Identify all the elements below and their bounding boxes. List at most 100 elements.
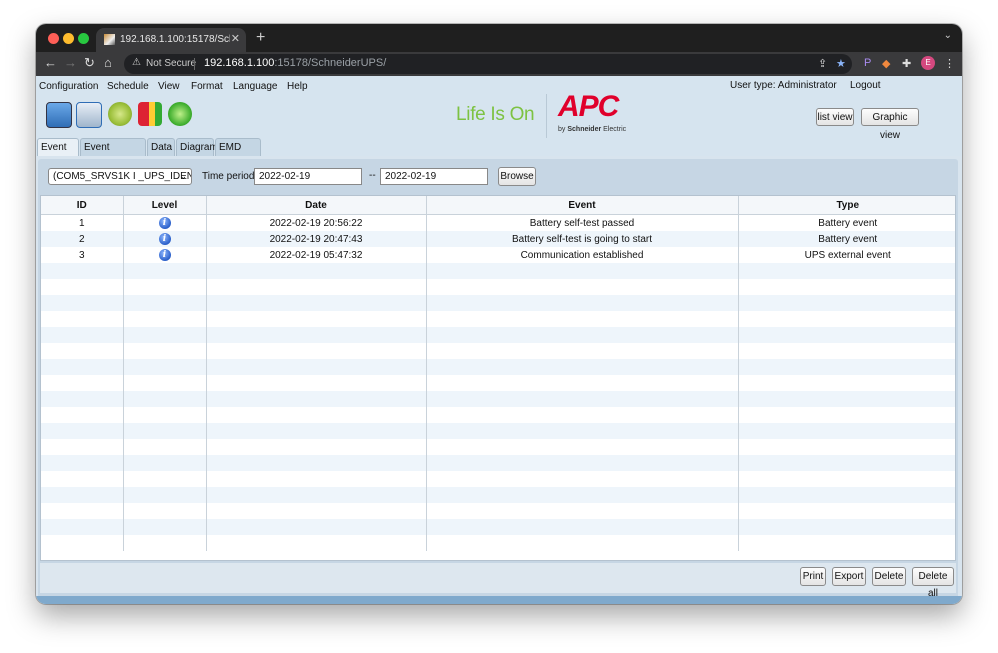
brand-divider	[546, 94, 547, 138]
empty-cell	[41, 471, 124, 487]
col-id[interactable]: ID	[41, 196, 124, 215]
empty-cell	[206, 375, 427, 391]
battery-icon[interactable]	[138, 102, 162, 126]
warning-triangle-icon[interactable]: ⚠	[132, 57, 141, 68]
table-row[interactable]: 1 i 2022-02-19 20:56:22 Battery self-tes…	[41, 214, 955, 231]
tab-emd-logs[interactable]: EMD logs	[215, 138, 261, 171]
col-level[interactable]: Level	[123, 196, 207, 215]
address-toolbar: ← → ↻ ⌂ ⚠ Not Secure 192.168.1.100:15178…	[36, 52, 962, 76]
logout-link[interactable]: Logout	[850, 80, 881, 91]
table-header-row: ID Level Date Event Type	[41, 196, 955, 215]
empty-cell	[206, 519, 427, 535]
table-row[interactable]: 3 i 2022-02-19 05:47:32 Communication es…	[41, 247, 955, 263]
home-icon[interactable]: ⌂	[104, 55, 112, 70]
empty-table-row	[41, 407, 955, 423]
menu-language[interactable]: Language	[233, 81, 278, 92]
new-tab-button[interactable]: +	[256, 29, 265, 47]
menu-schedule[interactable]: Schedule	[107, 81, 149, 92]
print-button[interactable]: Print	[800, 567, 826, 586]
empty-cell	[41, 487, 124, 503]
col-event[interactable]: Event	[426, 196, 739, 215]
bottom-status-strip	[36, 596, 962, 604]
minimize-window-button[interactable]	[63, 33, 74, 44]
tab-search-chevron-icon[interactable]: ⌄	[944, 30, 952, 41]
kebab-menu-icon[interactable]: ⋮	[944, 57, 955, 70]
empty-cell	[426, 407, 739, 423]
graphic-view-button[interactable]: Graphic view	[861, 108, 919, 141]
empty-table-row	[41, 439, 955, 455]
empty-table-row	[41, 503, 955, 519]
tab-event-statistics[interactable]: Event statistics	[80, 138, 146, 171]
menu-configuration[interactable]: Configuration	[39, 81, 98, 92]
export-button[interactable]: Export	[832, 567, 866, 586]
empty-cell	[206, 343, 427, 359]
shutdown-icon[interactable]	[108, 102, 132, 126]
close-window-button[interactable]	[48, 33, 59, 44]
empty-cell	[426, 295, 739, 311]
empty-cell	[41, 327, 124, 343]
tab-event-log[interactable]: Event log	[37, 138, 79, 171]
forward-arrow-icon[interactable]: →	[64, 55, 77, 70]
empty-cell	[123, 375, 207, 391]
empty-cell	[426, 279, 739, 295]
empty-cell	[426, 391, 739, 407]
empty-table-row	[41, 519, 955, 535]
empty-table-row	[41, 295, 955, 311]
tab-diagram[interactable]: Diagram	[176, 138, 218, 156]
monitor-icon[interactable]	[46, 102, 72, 128]
empty-cell	[206, 487, 427, 503]
tab-data[interactable]: Data	[147, 138, 175, 156]
menu-view[interactable]: View	[158, 81, 180, 92]
close-tab-icon[interactable]: ✕	[231, 32, 240, 45]
list-view-button[interactable]: list view	[816, 108, 854, 126]
address-bar[interactable]: ⚠ Not Secure 192.168.1.100:15178/Schneid…	[124, 54, 852, 74]
menu-format[interactable]: Format	[191, 81, 223, 92]
footer-toolbar: Print Export Delete Delete all	[40, 563, 956, 599]
date-to-input[interactable]: 2022-02-19	[380, 168, 488, 185]
back-arrow-icon[interactable]: ←	[44, 55, 57, 70]
time-period-label: Time period	[202, 171, 255, 182]
menu-help[interactable]: Help	[287, 81, 308, 92]
empty-cell	[206, 263, 427, 279]
browser-window: 192.168.1.100:15178/Schneider ✕ + ⌄ ← → …	[36, 24, 962, 604]
security-status[interactable]: Not Secure	[146, 58, 196, 69]
bookmark-star-icon[interactable]: ★	[836, 57, 846, 70]
device-select[interactable]: (COM5_SRVS1K I _UPS_IDEN) ⌄	[48, 168, 192, 185]
col-date[interactable]: Date	[206, 196, 427, 215]
empty-cell	[426, 535, 739, 551]
col-type[interactable]: Type	[738, 196, 955, 215]
metamask-fox-icon[interactable]: ◆	[882, 57, 890, 70]
extension-p-icon[interactable]: P	[864, 57, 871, 69]
table-row[interactable]: 2 i 2022-02-19 20:47:43 Battery self-tes…	[41, 231, 955, 247]
empty-cell	[41, 359, 124, 375]
empty-table-row	[41, 327, 955, 343]
empty-cell	[41, 455, 124, 471]
puzzle-extensions-icon[interactable]: ✚	[902, 57, 911, 70]
maximize-window-button[interactable]	[78, 33, 89, 44]
share-icon[interactable]: ⇪	[818, 57, 827, 70]
browser-tab[interactable]: 192.168.1.100:15178/Schneider ✕	[96, 28, 246, 52]
ups-app: Configuration Schedule View Format Langu…	[36, 76, 962, 604]
browse-button[interactable]: Browse	[498, 167, 536, 186]
cell-date: 2022-02-19 20:47:43	[206, 231, 427, 247]
profile-avatar[interactable]: E	[921, 56, 935, 70]
settings-tools-icon[interactable]	[76, 102, 102, 128]
cell-type: Battery event	[738, 231, 955, 247]
date-from-input[interactable]: 2022-02-19	[254, 168, 362, 185]
empty-table-row	[41, 487, 955, 503]
reload-icon[interactable]: ↻	[84, 55, 95, 71]
refresh-icon[interactable]	[168, 102, 192, 126]
empty-cell	[123, 439, 207, 455]
empty-cell	[123, 487, 207, 503]
empty-table-row	[41, 359, 955, 375]
filter-bar: (COM5_SRVS1K I _UPS_IDEN) ⌄ Time period 2…	[42, 165, 954, 191]
delete-all-button[interactable]: Delete all	[912, 567, 954, 599]
url-separator	[194, 58, 195, 70]
empty-cell	[206, 439, 427, 455]
schneider-tagline: by Schneider Electric	[558, 126, 627, 133]
delete-button[interactable]: Delete	[872, 567, 906, 586]
empty-cell	[206, 391, 427, 407]
empty-cell	[738, 487, 955, 503]
empty-table-row	[41, 423, 955, 439]
url-text[interactable]: 192.168.1.100:15178/SchneiderUPS/	[204, 57, 386, 69]
